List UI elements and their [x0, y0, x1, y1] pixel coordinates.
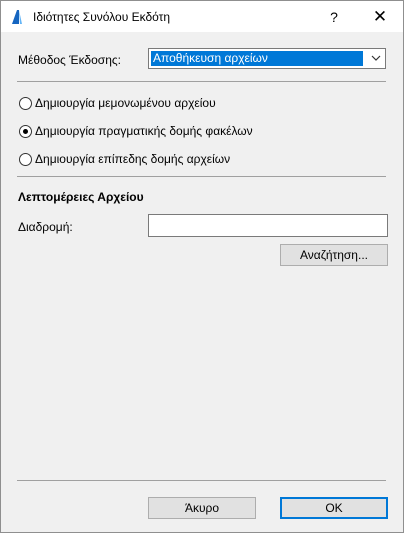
ok-button[interactable]: OK	[280, 497, 388, 519]
radio-label: Δημιουργία πραγματικής δομής φακέλων	[35, 124, 253, 138]
method-label: Μέθοδος Έκδοσης:	[18, 53, 121, 67]
radio-button[interactable]	[19, 125, 32, 138]
separator	[17, 176, 386, 177]
radio-label: Δημιουργία επίπεδης δομής αρχείων	[35, 152, 231, 166]
chevron-down-icon	[371, 55, 381, 61]
separator	[17, 480, 386, 481]
window-title: Ιδιότητες Συνόλου Εκδότη	[33, 10, 171, 24]
help-button[interactable]: ?	[317, 5, 351, 29]
radio-selected-dot	[23, 129, 28, 134]
file-details-heading: Λεπτομέρειες Αρχείου	[18, 190, 144, 204]
separator	[17, 81, 386, 82]
radio-button[interactable]	[19, 153, 32, 166]
browse-button[interactable]: Αναζήτηση...	[280, 244, 388, 266]
title-bar[interactable]: Ιδιότητες Συνόλου Εκδότη ? ✕	[1, 1, 403, 32]
close-button[interactable]: ✕	[363, 5, 397, 29]
radio-label: Δημιουργία μεμονωμένου αρχείου	[35, 96, 216, 110]
app-icon	[12, 10, 22, 24]
path-input[interactable]	[148, 214, 388, 237]
method-select[interactable]: Αποθήκευση αρχείων	[148, 48, 386, 69]
radio-button[interactable]	[19, 97, 32, 110]
method-select-value: Αποθήκευση αρχείων	[151, 51, 363, 66]
path-label: Διαδρομή:	[18, 220, 73, 234]
dialog-window: Ιδιότητες Συνόλου Εκδότη ? ✕ Μέθοδος Έκδ…	[0, 0, 404, 533]
cancel-button[interactable]: Άκυρο	[148, 497, 256, 519]
